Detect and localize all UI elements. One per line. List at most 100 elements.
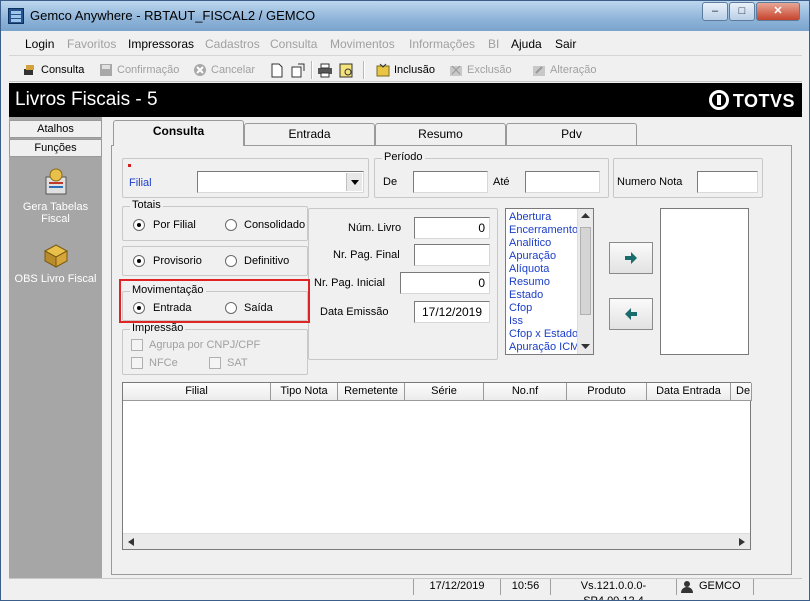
close-button[interactable]: ✕ xyxy=(756,2,800,21)
exclusao-button[interactable]: Exclusão xyxy=(449,62,512,79)
agrupa-checkbox[interactable] xyxy=(131,339,143,351)
menu-informacoes[interactable]: Informações xyxy=(409,37,475,51)
new-document-icon[interactable] xyxy=(270,63,284,78)
menu-login[interactable]: Login xyxy=(25,37,54,51)
list-item[interactable]: Alíquota xyxy=(509,263,549,275)
menu-movimentos[interactable]: Movimentos xyxy=(330,37,395,51)
list-item[interactable]: Apuração xyxy=(509,250,556,262)
por-filial-radio[interactable] xyxy=(133,219,145,231)
de-date-field[interactable] xyxy=(413,171,488,193)
remove-option-button[interactable] xyxy=(609,298,653,330)
user-icon xyxy=(681,581,693,593)
options-listbox[interactable]: Abertura Encerramento Analítico Apuração… xyxy=(505,208,594,355)
confirmacao-button[interactable]: Confirmação xyxy=(99,62,179,79)
inclusao-icon xyxy=(376,63,390,77)
add-option-button[interactable] xyxy=(609,242,653,274)
list-item[interactable]: Encerramento xyxy=(509,224,578,236)
menu-sair[interactable]: Sair xyxy=(555,37,576,51)
scroll-thumb[interactable] xyxy=(580,227,591,315)
menu-ajuda[interactable]: Ajuda xyxy=(511,37,542,51)
column-header[interactable]: Filial xyxy=(123,383,271,401)
filial-group: Filial xyxy=(122,158,369,198)
consulta-label: Consulta xyxy=(41,64,85,76)
periodo-group: Período De Até xyxy=(374,151,609,198)
filial-select[interactable] xyxy=(197,171,364,193)
menu-cadastros[interactable]: Cadastros xyxy=(205,37,260,51)
list-item[interactable]: Cfop xyxy=(509,302,532,314)
consulta-panel: Filial Período De Até Numero Nota Totais xyxy=(111,145,792,575)
column-header[interactable]: Remetente xyxy=(338,383,405,401)
nr-pag-final-label: Nr. Pag. Final xyxy=(333,249,400,261)
sidebar-item-gera-tabelas[interactable]: Gera Tabelas Fiscal xyxy=(9,167,102,225)
alteracao-icon xyxy=(533,66,545,76)
list-item[interactable]: Cfop x Estado xyxy=(509,328,578,340)
column-header[interactable]: Tipo Nota xyxy=(271,383,338,401)
ate-date-field[interactable] xyxy=(525,171,600,193)
scroll-right-icon[interactable] xyxy=(739,538,745,546)
print-icon[interactable] xyxy=(317,63,333,78)
consulta-button[interactable]: Consulta xyxy=(23,62,84,79)
scroll-left-icon[interactable] xyxy=(128,538,134,546)
status-bar: 17/12/2019 10:56 Vs.121.0.0.0-SP4.00.12.… xyxy=(9,578,802,600)
column-header[interactable]: No.nf xyxy=(484,383,567,401)
tab-consulta[interactable]: Consulta xyxy=(113,120,244,146)
impressao-group: Impressão Agrupa por CNPJ/CPF NFCe SAT xyxy=(122,322,308,375)
column-header[interactable]: Data Entrada xyxy=(647,383,731,401)
list-item[interactable]: Apuração ICM xyxy=(509,341,579,353)
export-icon[interactable] xyxy=(290,63,306,78)
alteracao-button[interactable]: Alteração xyxy=(532,62,596,79)
inclusao-label: Inclusão xyxy=(394,64,435,76)
tab-entrada[interactable]: Entrada xyxy=(244,123,375,145)
nfce-checkbox[interactable] xyxy=(131,357,143,369)
tab-atalhos[interactable]: Atalhos xyxy=(9,120,102,138)
preview-icon[interactable] xyxy=(339,63,355,78)
definitivo-radio[interactable] xyxy=(225,255,237,267)
column-header[interactable]: De xyxy=(731,383,752,401)
tab-funcoes[interactable]: Funções xyxy=(9,139,102,157)
tipo-livro-group: Provisorio Definitivo xyxy=(122,246,308,276)
list-item[interactable]: Abertura xyxy=(509,211,551,223)
nr-pag-inicial-label: Nr. Pag. Inicial xyxy=(314,277,385,289)
list-item[interactable]: Iss xyxy=(509,315,523,327)
gera-tabelas-icon xyxy=(45,168,66,195)
menu-consulta[interactable]: Consulta xyxy=(270,37,317,51)
nr-pag-final-field[interactable] xyxy=(414,244,490,266)
app-window: Gemco Anywhere - RBTAUT_FISCAL2 / GEMCO … xyxy=(0,0,810,601)
menu-favoritos[interactable]: Favoritos xyxy=(67,37,116,51)
maximize-button[interactable]: □ xyxy=(729,2,755,21)
table-scrollbar[interactable] xyxy=(123,533,750,549)
column-header[interactable]: Produto xyxy=(567,383,647,401)
agrupa-label: Agrupa por CNPJ/CPF xyxy=(149,339,261,351)
provisorio-radio[interactable] xyxy=(133,255,145,267)
results-table[interactable]: Filial Tipo Nota Remetente Série No.nf P… xyxy=(122,382,752,550)
tab-pdv[interactable]: Pdv xyxy=(506,123,637,145)
scroll-up-icon[interactable] xyxy=(581,213,590,219)
selected-options-listbox[interactable] xyxy=(660,208,749,355)
movimentacao-highlight xyxy=(119,279,310,323)
list-item[interactable]: Analítico xyxy=(509,237,551,249)
nr-pag-inicial-field[interactable]: 0 xyxy=(400,272,490,294)
scroll-down-icon[interactable] xyxy=(581,344,590,350)
list-item[interactable]: Resumo xyxy=(509,276,550,288)
column-header[interactable]: Série xyxy=(405,383,484,401)
numero-nota-field[interactable] xyxy=(697,171,758,193)
save-icon xyxy=(100,64,112,76)
menu-impressoras[interactable]: Impressoras xyxy=(128,37,194,51)
menu-bi[interactable]: BI xyxy=(488,37,499,51)
consolidado-radio[interactable] xyxy=(225,219,237,231)
minimize-button[interactable]: – xyxy=(702,2,728,21)
data-emissao-field[interactable]: 17/12/2019 xyxy=(414,301,490,323)
inclusao-button[interactable]: Inclusão xyxy=(376,62,435,79)
sidebar-item-obs-livro[interactable]: OBS Livro Fiscal xyxy=(9,239,102,285)
cancelar-button[interactable]: Cancelar xyxy=(193,62,255,79)
options-scrollbar[interactable] xyxy=(577,209,593,354)
num-livro-field[interactable]: 0 xyxy=(414,217,490,239)
status-date: 17/12/2019 xyxy=(413,579,500,595)
cancel-icon xyxy=(194,64,206,76)
chevron-down-icon[interactable] xyxy=(346,173,362,191)
arrow-left-icon xyxy=(625,308,637,320)
list-item[interactable]: Estado xyxy=(509,289,543,301)
tab-resumo[interactable]: Resumo xyxy=(375,123,506,145)
status-time: 10:56 xyxy=(500,579,550,595)
sat-checkbox[interactable] xyxy=(209,357,221,369)
